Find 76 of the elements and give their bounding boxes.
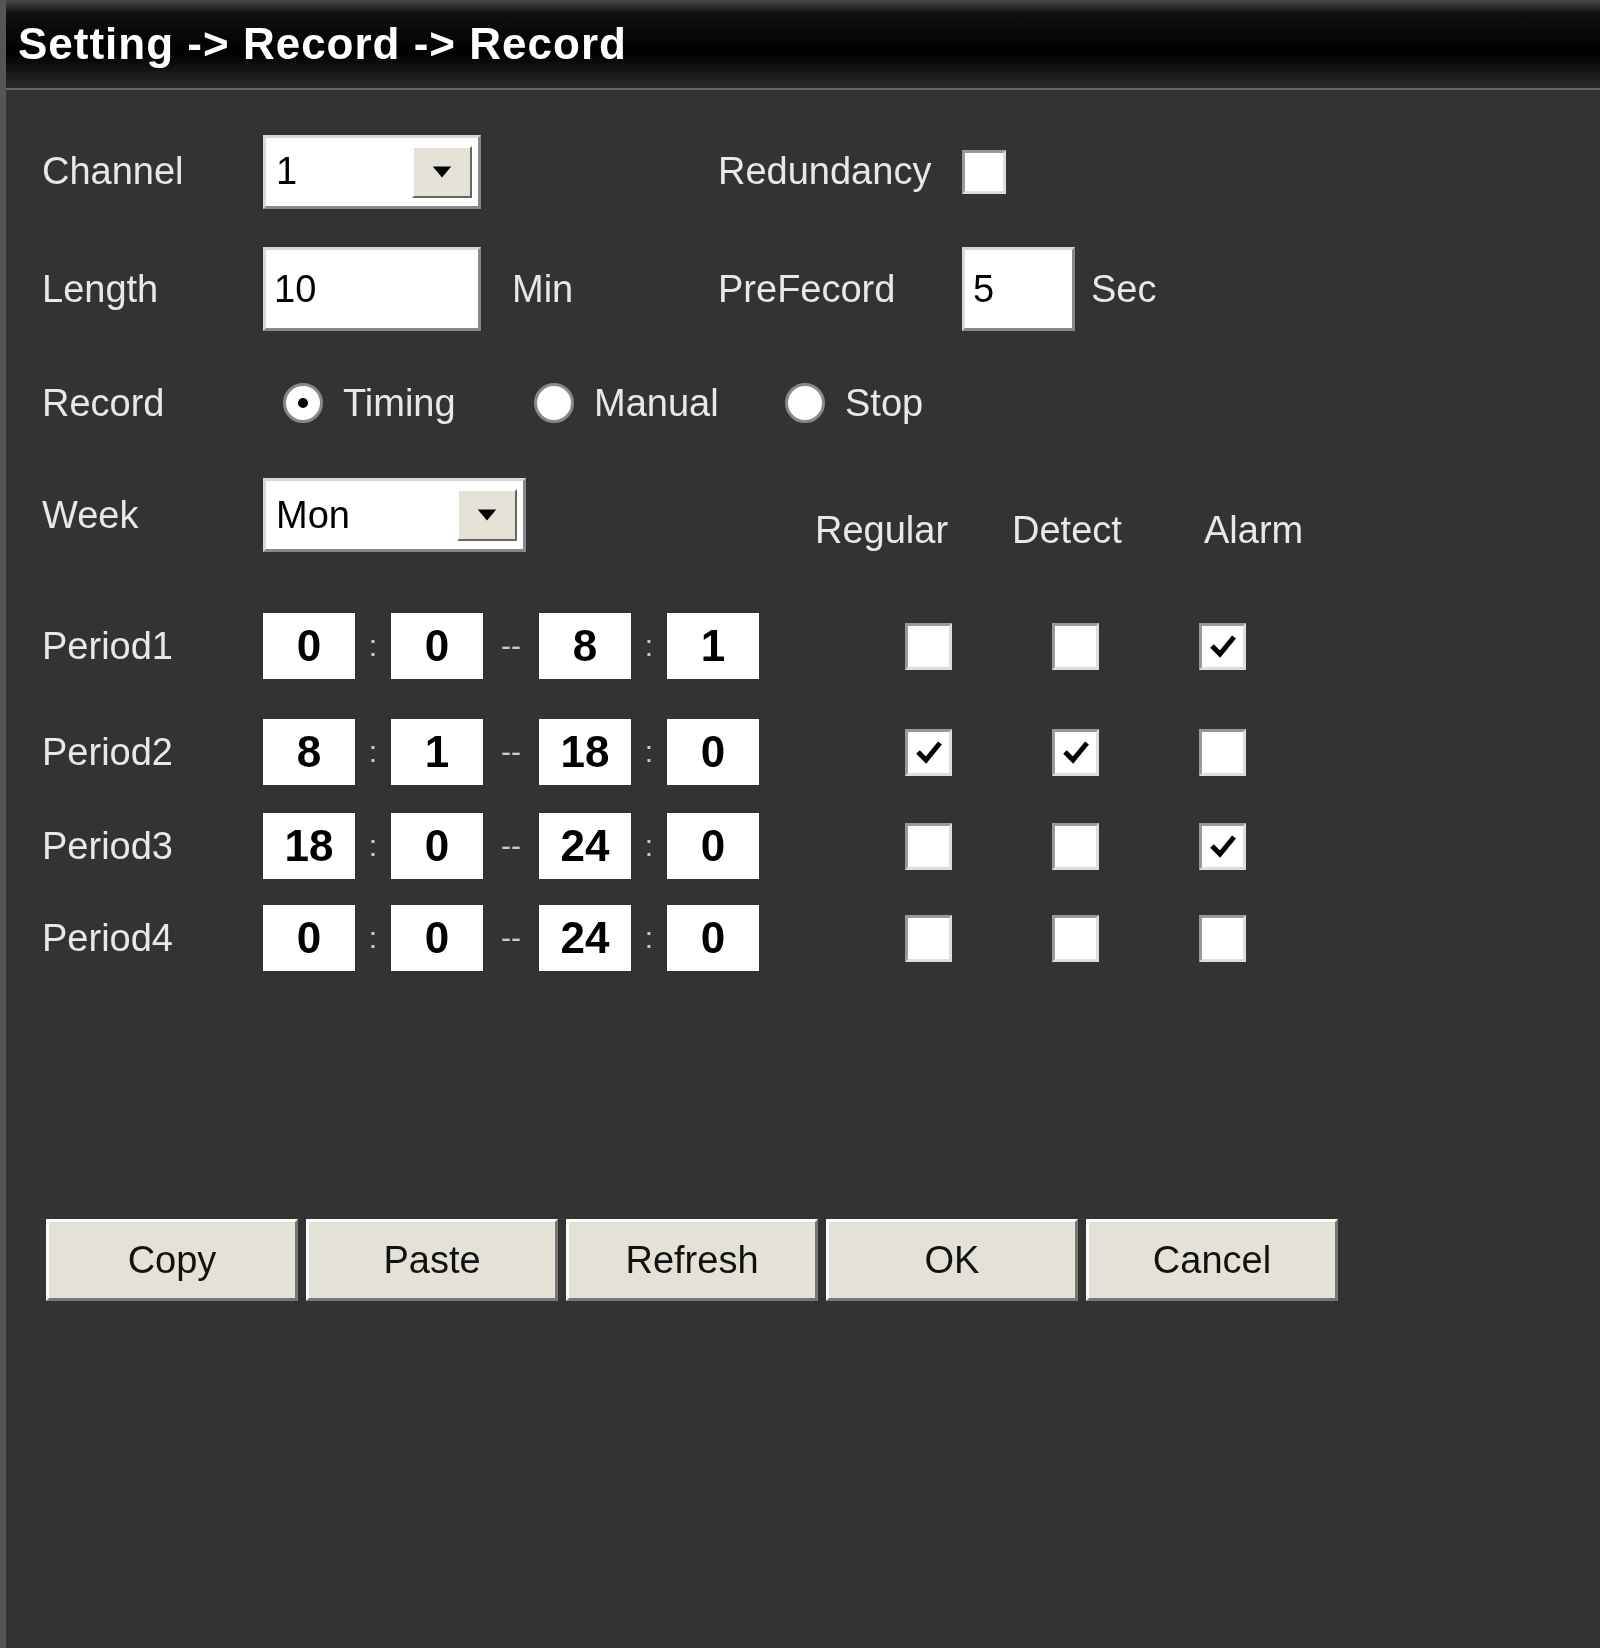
radio-label: Timing [343, 381, 456, 425]
time-field[interactable]: 8 [263, 719, 355, 785]
colon-separator: : [643, 629, 655, 663]
checkbox[interactable] [1052, 622, 1099, 670]
time-field[interactable]: 24 [539, 813, 631, 879]
checkbox[interactable] [905, 914, 952, 962]
time-field[interactable]: 18 [539, 719, 631, 785]
week-dropdown[interactable]: Mon [263, 478, 526, 552]
checkbox[interactable] [1052, 822, 1099, 870]
range-separator: -- [500, 735, 522, 769]
channel-label: Channel [42, 150, 185, 193]
unit-label: Sec [1090, 267, 1158, 311]
window-title: Setting -> Record -> Record [18, 19, 627, 69]
record-label: Record [42, 381, 166, 425]
time-field[interactable]: 0 [667, 719, 759, 785]
dialog-button[interactable]: Refresh [566, 1219, 818, 1301]
column-header: Alarm [1204, 509, 1305, 552]
checkbox[interactable] [962, 149, 1006, 194]
radio-button[interactable] [283, 383, 323, 423]
time-field[interactable]: 0 [391, 813, 483, 879]
check-icon [1208, 634, 1237, 658]
range-separator: -- [500, 921, 522, 955]
period-label: Period3 [42, 824, 174, 868]
channel-dropdown[interactable]: 1 [263, 134, 481, 209]
time-field[interactable]: 0 [263, 613, 355, 679]
checkbox[interactable] [1199, 728, 1246, 776]
length-label: Length [42, 267, 160, 311]
checkbox[interactable] [1199, 914, 1246, 962]
time-field[interactable]: 0 [391, 613, 483, 679]
time-field[interactable]: 0 [667, 813, 759, 879]
check-icon [914, 740, 943, 764]
length-field[interactable]: 10 [263, 247, 481, 331]
prerecord-label: PreFecord [718, 267, 897, 311]
colon-separator: : [367, 735, 379, 769]
check-icon [1061, 740, 1090, 764]
time-field[interactable]: 0 [667, 905, 759, 971]
colon-separator: : [367, 921, 379, 955]
period-label: Period4 [42, 916, 174, 960]
range-separator: -- [500, 829, 522, 863]
colon-separator: : [643, 735, 655, 769]
range-separator: -- [500, 629, 522, 663]
time-field[interactable]: 0 [263, 905, 355, 971]
checkbox[interactable] [1199, 822, 1246, 870]
radio-label: Manual [594, 381, 719, 425]
radio-label: Stop [845, 381, 924, 425]
time-field[interactable]: 1 [391, 719, 483, 785]
redundancy-label: Redundancy [718, 150, 933, 193]
week-label: Week [42, 493, 140, 537]
period-label: Period2 [42, 730, 174, 774]
colon-separator: : [367, 829, 379, 863]
checkbox[interactable] [1199, 622, 1246, 670]
time-field[interactable]: 18 [263, 813, 355, 879]
dialog-button[interactable]: OK [826, 1219, 1078, 1301]
colon-separator: : [643, 921, 655, 955]
checkbox[interactable] [905, 728, 952, 776]
column-header: Regular [815, 509, 950, 552]
colon-separator: : [367, 629, 379, 663]
dialog-button[interactable]: Copy [46, 1219, 298, 1301]
prerecord-field[interactable]: 5 [962, 247, 1075, 331]
checkbox[interactable] [905, 622, 952, 670]
checkbox[interactable] [905, 822, 952, 870]
unit-label: Min [511, 267, 575, 311]
checkbox[interactable] [1052, 914, 1099, 962]
period-label: Period1 [42, 624, 174, 668]
checkbox[interactable] [1052, 728, 1099, 776]
radio-button[interactable] [534, 383, 574, 423]
radio-button[interactable] [785, 383, 825, 423]
dialog-button[interactable]: Paste [306, 1219, 558, 1301]
time-field[interactable]: 24 [539, 905, 631, 971]
colon-separator: : [643, 829, 655, 863]
column-header: Detect [1012, 509, 1123, 552]
time-field[interactable]: 1 [667, 613, 759, 679]
time-field[interactable]: 8 [539, 613, 631, 679]
time-field[interactable]: 0 [391, 905, 483, 971]
check-icon [1208, 834, 1237, 858]
dialog-button[interactable]: Cancel [1086, 1219, 1338, 1301]
